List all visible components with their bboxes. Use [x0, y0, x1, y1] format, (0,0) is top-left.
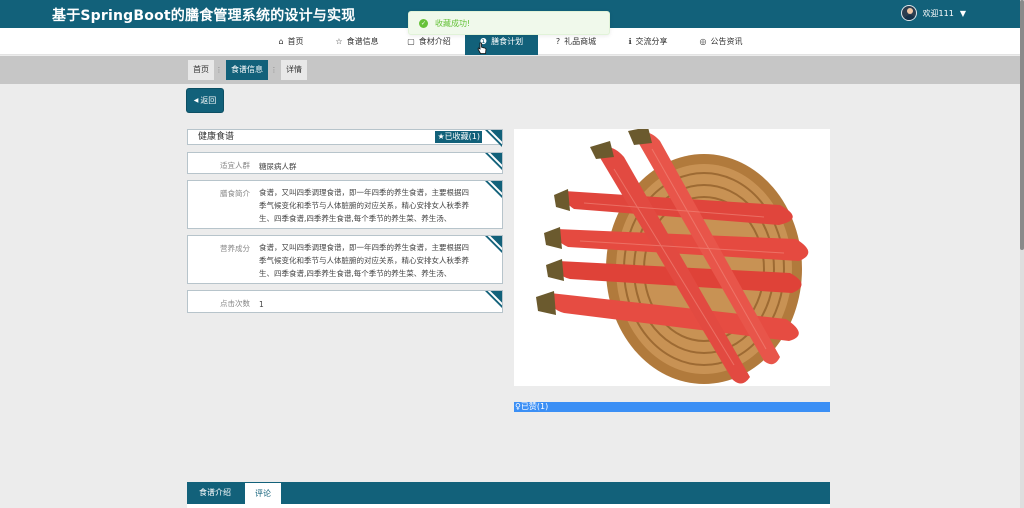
info-icon: ℹ	[628, 37, 632, 46]
nav-item-recipes[interactable]: ☆ 食谱信息	[328, 28, 386, 55]
corner-ribbon	[480, 130, 502, 152]
nav-label: 交流分享	[635, 37, 668, 46]
recipe-name: 健康食谱	[198, 132, 235, 142]
nav-label: 食材介绍	[418, 37, 451, 46]
bag-icon: ▢	[407, 37, 415, 46]
hand-cursor-icon	[477, 42, 487, 54]
nav-item-sharing[interactable]: ℹ 交流分享	[619, 28, 677, 55]
field-label: 适宜人群	[220, 161, 250, 170]
star-icon: ☆	[335, 37, 343, 46]
user-avatar[interactable]	[900, 5, 917, 21]
home-icon: ⌂	[278, 37, 284, 46]
like-button[interactable]: ♀已赞(1)	[514, 402, 830, 412]
corner-ribbon	[480, 236, 502, 258]
nav-label: 首页	[287, 37, 304, 46]
caret-left-icon: ◀	[193, 97, 199, 104]
recipe-name-row: 健康食谱 ★已收藏(1)	[187, 129, 503, 145]
tab-content	[187, 504, 830, 508]
breadcrumb-separator: ⋮	[270, 66, 278, 74]
site-title: 基于SpringBoot的膳食管理系统的设计与实现	[52, 8, 356, 24]
field-row-clicks: 点击次数 1	[187, 290, 503, 313]
tab-recipe-intro[interactable]: 食谱介绍	[187, 482, 243, 504]
field-label: 营养成分	[220, 244, 250, 253]
field-row-nutrition: 营养成分 食谱，又叫四季调理食谱，即一年四季的养生食谱，主要根据四季气候变化和季…	[187, 235, 503, 284]
chevron-down-icon[interactable]: ▼	[960, 9, 966, 18]
field-row-target-group: 适宜人群 糖尿病人群	[187, 152, 503, 174]
corner-ribbon	[480, 153, 502, 175]
back-button-label: 返回	[200, 96, 217, 105]
detail-tabs: 食谱介绍 评论	[187, 482, 830, 504]
like-label: 已赞(1)	[520, 402, 549, 411]
breadcrumb-detail: 详情	[281, 60, 307, 80]
target-icon: ◎	[699, 37, 707, 46]
field-value: 1	[259, 300, 264, 309]
field-value: 食谱，又叫四季调理食谱，即一年四季的养生食谱，主要根据四季气候变化和季节与人体脏…	[259, 188, 469, 223]
check-circle-icon: ✓	[419, 18, 428, 28]
nav-item-announcements[interactable]: ◎ 公告资讯	[692, 28, 750, 55]
corner-ribbon	[480, 291, 502, 313]
nav-label: 礼品商城	[564, 37, 597, 46]
corner-ribbon	[480, 181, 502, 203]
nav-label: 食谱信息	[346, 37, 379, 46]
breadcrumb: 首页 ⋮ 食谱信息 ⋮ 详情	[0, 56, 1024, 84]
question-circle-icon: ?	[555, 37, 561, 46]
welcome-text[interactable]: 欢迎111	[923, 8, 954, 19]
back-button[interactable]: ◀ 返回	[187, 89, 223, 112]
favorite-label: 已收藏(1)	[444, 132, 480, 141]
success-toast: ✓ 收藏成功!	[408, 11, 610, 35]
field-label: 膳食简介	[220, 189, 250, 198]
nav-item-home[interactable]: ⌂ 首页	[268, 28, 314, 55]
nav-label: 公告资讯	[710, 37, 743, 46]
scrollbar-thumb[interactable]	[1020, 0, 1024, 250]
field-value: 食谱，又叫四季调理食谱，即一年四季的养生食谱，主要根据四季气候变化和季节与人体脏…	[259, 243, 469, 278]
field-label: 点击次数	[220, 299, 250, 308]
recipe-image	[514, 129, 830, 386]
breadcrumb-home[interactable]: 首页	[188, 60, 214, 80]
favorite-button[interactable]: ★已收藏(1)	[435, 131, 482, 143]
star-filled-icon: ★	[437, 132, 445, 141]
carrot-basket-illustration	[514, 129, 830, 386]
breadcrumb-recipes[interactable]: 食谱信息	[226, 60, 268, 80]
tab-comments[interactable]: 评论	[245, 483, 281, 504]
toast-message: 收藏成功!	[435, 18, 471, 28]
field-row-summary: 膳食简介 食谱，又叫四季调理食谱，即一年四季的养生食谱，主要根据四季气候变化和季…	[187, 180, 503, 229]
breadcrumb-separator: ⋮	[215, 66, 223, 74]
nav-label: 膳食计划	[491, 37, 524, 46]
user-menu[interactable]: 欢迎111 ▼	[900, 5, 966, 21]
field-value: 糖尿病人群	[259, 162, 297, 171]
